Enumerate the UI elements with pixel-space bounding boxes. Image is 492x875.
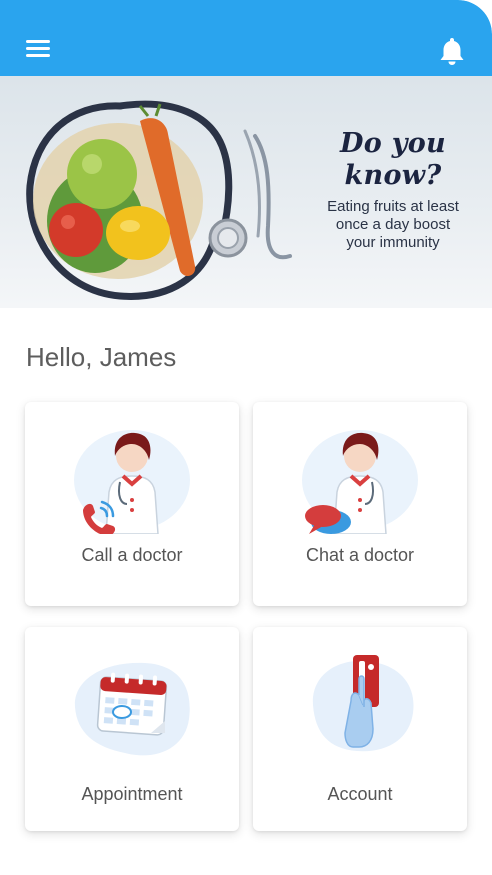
account-card-icon [312,655,414,752]
greeting-text: Hello, James [26,342,177,372]
card-label: Chat a doctor [305,545,415,565]
top-app-bar [0,0,492,76]
card-label: Appointment [81,784,183,804]
bell-icon[interactable] [438,36,466,66]
card-label: Call a doctor [81,545,183,565]
card-label: Account [327,784,393,804]
chat-doctor-card[interactable]: Chat a doctor [253,402,467,606]
doctor-chat-icon [302,430,418,534]
appointment-card[interactable]: Appointment [25,627,239,831]
stethoscope-fruits-image [26,100,292,300]
hamburger-menu-icon[interactable] [26,40,52,60]
health-tip-banner[interactable]: Do you know? Eating fruits at least once… [0,76,492,308]
banner-body-line: once a day boost [335,216,451,233]
banner-title: Do you know? [340,128,446,191]
banner-body-line: Eating fruits at least [327,198,459,215]
calendar-icon [74,662,190,756]
banner-body-line: your immunity [346,234,440,251]
app-screen: Do you know? Eating fruits at least once… [0,0,492,875]
banner-message: Do you know? Eating fruits at least once… [300,128,486,252]
account-card[interactable]: Account [253,627,467,831]
call-doctor-card[interactable]: Call a doctor [25,402,239,606]
doctor-phone-icon [74,430,190,534]
